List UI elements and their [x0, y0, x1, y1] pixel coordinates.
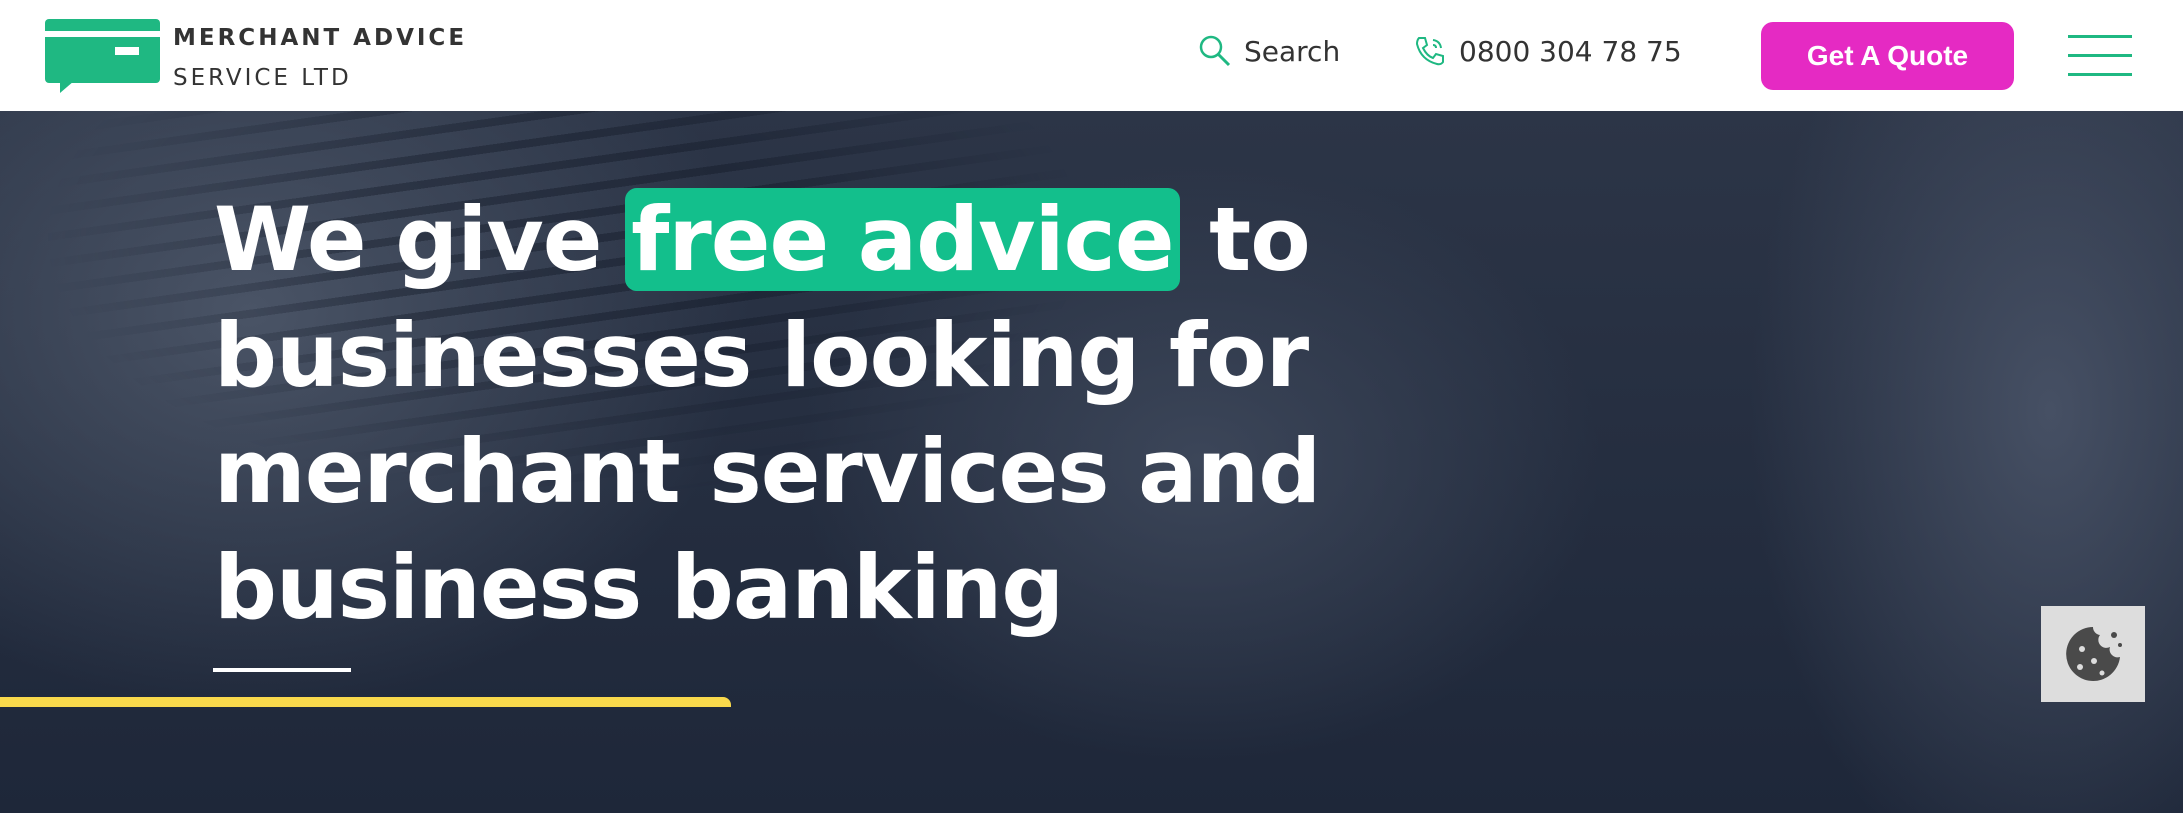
- phone-icon: [1415, 37, 1444, 66]
- headline-line3: merchant services and: [214, 420, 1321, 523]
- logo-icon[interactable]: [45, 19, 160, 95]
- get-a-quote-button[interactable]: Get A Quote: [1761, 22, 2014, 90]
- brand-name[interactable]: MERCHANT ADVICE SERVICE LTD: [173, 18, 467, 98]
- headline-line4: business banking: [214, 536, 1064, 639]
- headline-divider: [213, 668, 351, 672]
- headline-line2: businesses looking for: [214, 304, 1309, 407]
- headline-highlight: free advice: [625, 188, 1180, 291]
- brand-line1: MERCHANT ADVICE: [173, 25, 468, 51]
- headline-text: We give: [214, 188, 632, 291]
- yellow-accent-bar: [0, 697, 731, 707]
- search-label: Search: [1244, 34, 1341, 68]
- phone-number: 0800 304 78 75: [1459, 34, 1682, 68]
- search-icon: [1199, 35, 1231, 67]
- headline-text: to: [1179, 188, 1311, 291]
- hero-headline: We give free advice to businesses lookin…: [214, 182, 1321, 646]
- site-header: MERCHANT ADVICE SERVICE LTD Search 0800 …: [0, 0, 2183, 111]
- brand-line2: SERVICE LTD: [173, 65, 352, 91]
- search-link[interactable]: Search: [1198, 34, 1340, 68]
- cookie-settings-button[interactable]: [2041, 606, 2145, 702]
- phone-link[interactable]: 0800 304 78 75: [1413, 34, 1682, 68]
- hamburger-menu-icon[interactable]: [2068, 35, 2132, 77]
- cookie-icon: [2066, 627, 2122, 681]
